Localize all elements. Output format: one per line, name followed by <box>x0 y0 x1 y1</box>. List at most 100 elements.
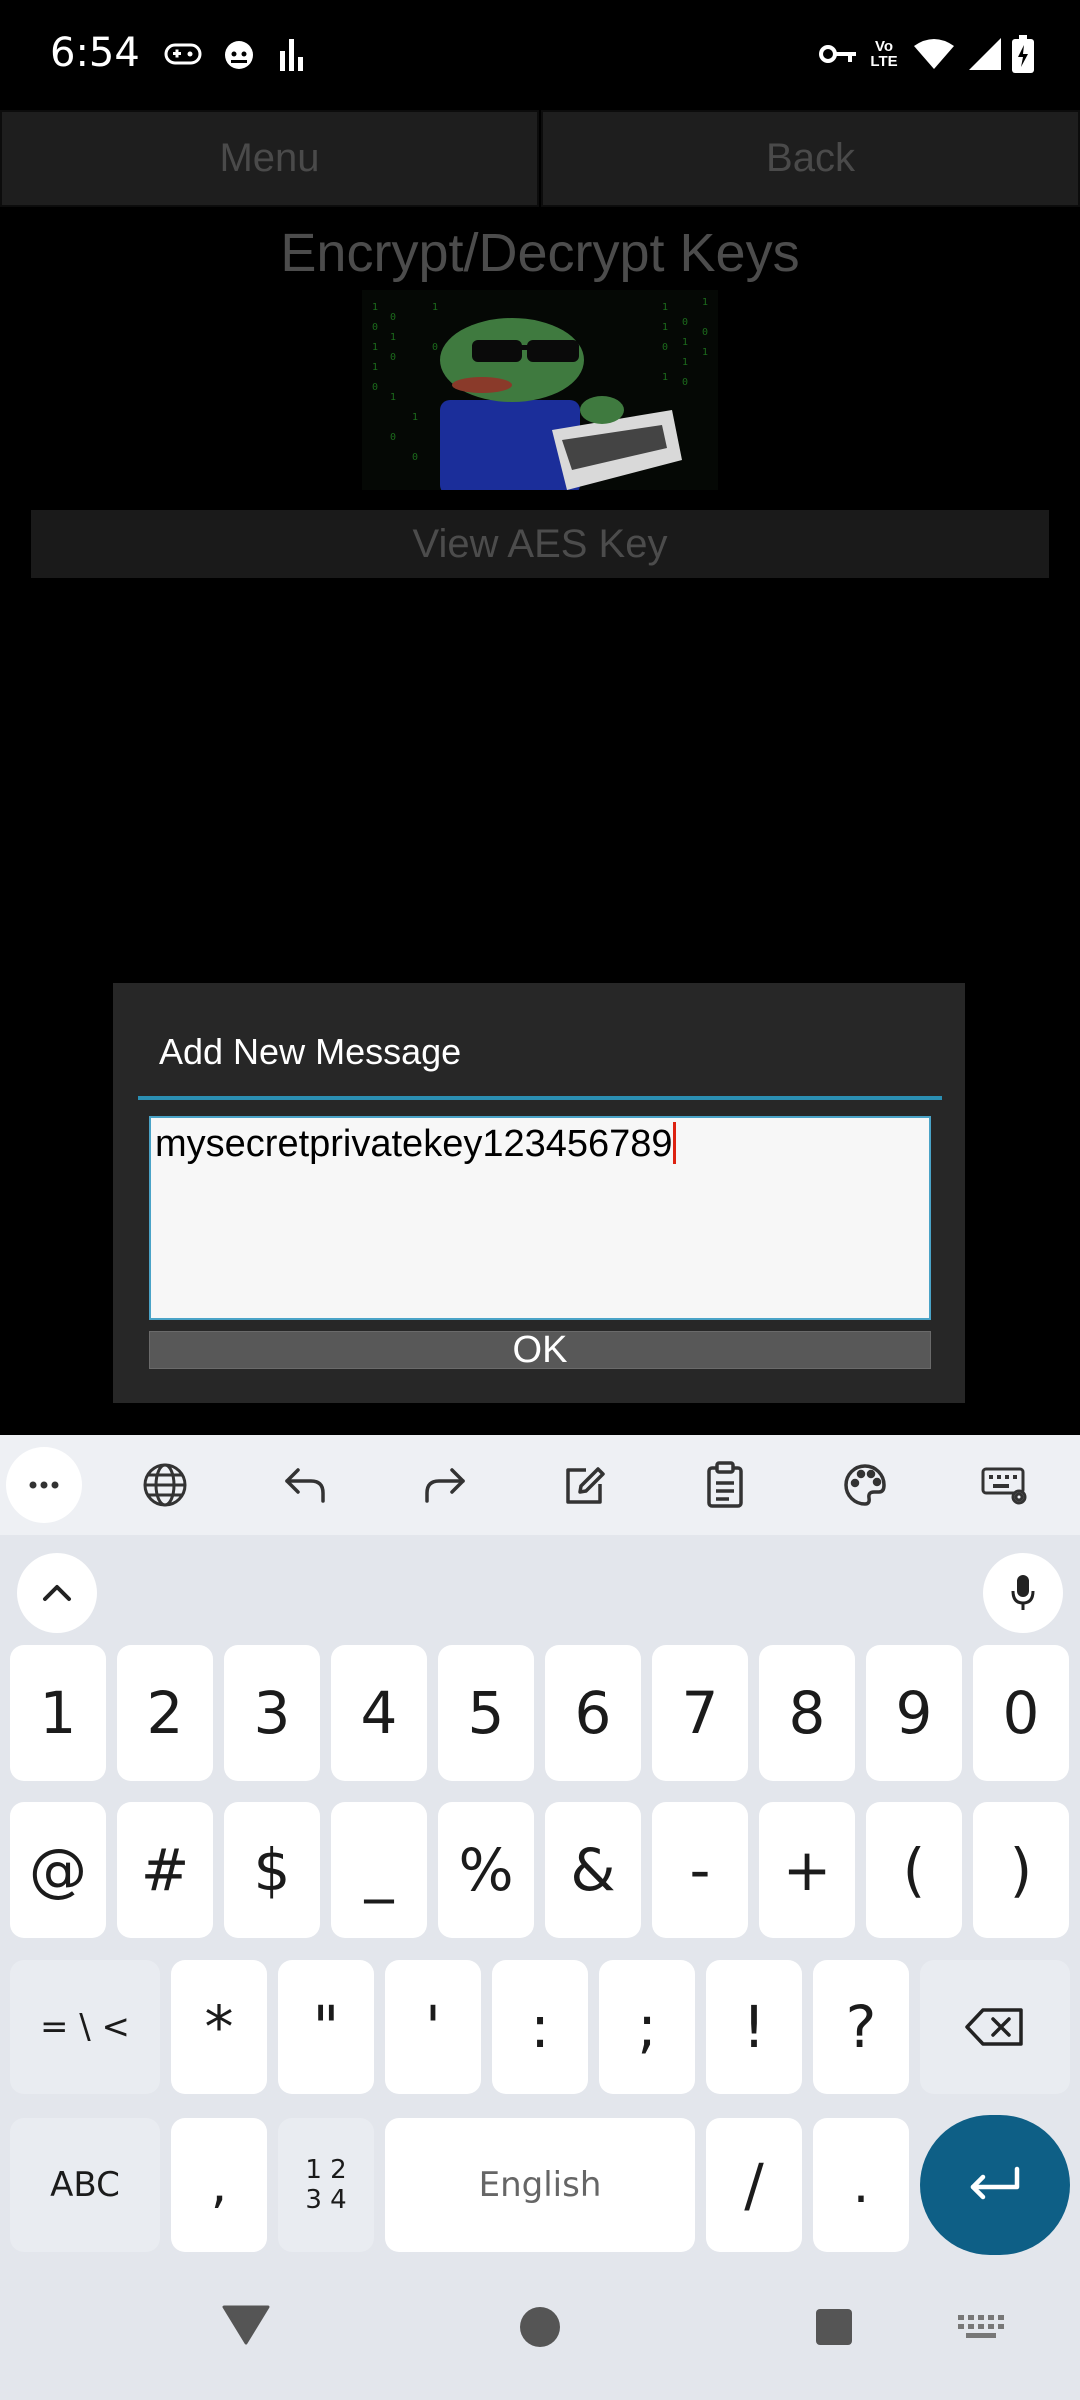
key-slash[interactable]: / <box>706 2118 802 2252</box>
battery-icon <box>1008 32 1038 76</box>
key-minus[interactable]: - <box>652 1802 748 1938</box>
dialog-divider <box>138 1096 942 1100</box>
svg-text:1: 1 <box>682 337 688 348</box>
key-6[interactable]: 6 <box>545 1645 641 1781</box>
key-ampersand[interactable]: & <box>545 1802 641 1938</box>
svg-text:0: 0 <box>682 317 688 328</box>
svg-text:0: 0 <box>390 312 396 323</box>
keyboard-toolbar <box>0 1435 1080 1535</box>
svg-text:1: 1 <box>390 392 396 403</box>
microphone-icon[interactable] <box>983 1553 1063 1633</box>
keyboard-switch-icon[interactable] <box>958 2315 1004 2344</box>
view-aes-key-button[interactable]: View AES Key <box>31 510 1049 578</box>
back-button[interactable]: Back <box>541 110 1080 207</box>
dialog-title: Add New Message <box>159 1031 462 1072</box>
more-icon[interactable] <box>6 1447 82 1523</box>
key-comma[interactable]: , <box>171 2118 267 2252</box>
key-double-quote[interactable]: " <box>278 1960 374 2094</box>
numpad-key[interactable]: 1 2 3 4 <box>278 2118 374 2252</box>
recents-square-icon[interactable] <box>814 2307 854 2352</box>
key-0[interactable]: 0 <box>973 1645 1069 1781</box>
svg-text:1: 1 <box>372 302 378 313</box>
svg-text:1: 1 <box>682 357 688 368</box>
key-7[interactable]: 7 <box>652 1645 748 1781</box>
svg-text:1: 1 <box>662 302 668 313</box>
message-input-value: mysecretprivatekey123456789 <box>155 1123 673 1165</box>
svg-text:0: 0 <box>372 322 378 333</box>
key-4[interactable]: 4 <box>331 1645 427 1781</box>
svg-text:1: 1 <box>390 332 396 343</box>
backspace-icon[interactable] <box>920 1960 1070 2094</box>
abc-key[interactable]: ABC <box>10 2118 160 2252</box>
add-message-dialog: Add New Message mysecretprivatekey123456… <box>113 983 965 1403</box>
game-controller-icon <box>163 32 203 76</box>
key-at[interactable]: @ <box>10 1802 106 1938</box>
key-question[interactable]: ? <box>813 1960 909 2094</box>
key-open-paren[interactable]: ( <box>866 1802 962 1938</box>
space-bar[interactable]: English <box>385 2118 695 2252</box>
svg-text:1: 1 <box>702 347 708 358</box>
key-2[interactable]: 2 <box>117 1645 213 1781</box>
key-period[interactable]: . <box>813 2118 909 2252</box>
key-exclamation[interactable]: ! <box>706 1960 802 2094</box>
cat-face-icon <box>219 32 259 76</box>
key-3[interactable]: 3 <box>224 1645 320 1781</box>
key-colon[interactable]: : <box>492 1960 588 2094</box>
svg-text:1: 1 <box>372 342 378 353</box>
svg-text:0: 0 <box>412 452 418 463</box>
volte-icon: Vo LTE <box>870 38 898 70</box>
key-percent[interactable]: % <box>438 1802 534 1938</box>
svg-text:0: 0 <box>390 432 396 443</box>
svg-text:0: 0 <box>432 342 438 353</box>
palette-icon[interactable] <box>837 1457 893 1513</box>
svg-text:1: 1 <box>702 297 708 308</box>
undo-icon[interactable] <box>277 1457 333 1513</box>
soft-keyboard: 1 2 3 4 5 6 7 8 9 0 @ # $ _ % & - + ( ) … <box>0 1435 1080 2400</box>
home-circle-icon[interactable] <box>518 2305 562 2354</box>
cell-signal-icon <box>966 32 1004 76</box>
expand-toolbar-button[interactable] <box>17 1553 97 1633</box>
svg-text:0: 0 <box>702 327 708 338</box>
text-caret <box>672 1122 676 1164</box>
more-symbols-key[interactable]: = \ < <box>10 1960 160 2094</box>
svg-text:0: 0 <box>682 377 688 388</box>
keyboard-settings-icon[interactable] <box>977 1457 1033 1513</box>
signal-bars-icon <box>277 32 307 76</box>
key-hash[interactable]: # <box>117 1802 213 1938</box>
key-8[interactable]: 8 <box>759 1645 855 1781</box>
enter-icon[interactable] <box>920 2115 1070 2255</box>
svg-text:1: 1 <box>372 362 378 373</box>
numpad-key-bottom: 3 4 <box>305 2185 347 2215</box>
message-input[interactable]: mysecretprivatekey123456789 <box>149 1116 931 1320</box>
svg-text:1: 1 <box>432 302 438 313</box>
svg-text:0: 0 <box>372 382 378 393</box>
svg-text:0: 0 <box>662 342 668 353</box>
svg-text:1: 1 <box>662 372 668 383</box>
clipboard-icon[interactable] <box>697 1457 753 1513</box>
svg-text:1: 1 <box>412 412 418 423</box>
back-triangle-icon[interactable] <box>222 2305 270 2350</box>
key-underscore[interactable]: _ <box>331 1802 427 1938</box>
edit-icon[interactable] <box>557 1457 613 1513</box>
numpad-key-top: 1 2 <box>305 2155 347 2185</box>
key-dollar[interactable]: $ <box>224 1802 320 1938</box>
key-5[interactable]: 5 <box>438 1645 534 1781</box>
page-title: Encrypt/Decrypt Keys <box>280 223 800 283</box>
key-semicolon[interactable]: ; <box>599 1960 695 2094</box>
pepe-hacker-matrix-image: 1 0 1 1 0 0 1 0 1 0 1 1 0 1 0 1 1 0 1 0 1 1 0 1 0 <box>362 290 718 490</box>
globe-icon[interactable] <box>137 1457 193 1513</box>
menu-button[interactable]: Menu <box>0 110 539 207</box>
redo-icon[interactable] <box>417 1457 473 1513</box>
key-asterisk[interactable]: * <box>171 1960 267 2094</box>
status-time: 6:54 <box>50 30 140 76</box>
vpn-key-icon <box>818 32 858 76</box>
key-1[interactable]: 1 <box>10 1645 106 1781</box>
svg-text:0: 0 <box>390 352 396 363</box>
ok-button[interactable]: OK <box>149 1331 931 1369</box>
svg-text:1: 1 <box>662 322 668 333</box>
key-single-quote[interactable]: ' <box>385 1960 481 2094</box>
status-bar: 6:54 Vo LTE <box>0 0 1080 110</box>
key-9[interactable]: 9 <box>866 1645 962 1781</box>
key-plus[interactable]: + <box>759 1802 855 1938</box>
key-close-paren[interactable]: ) <box>973 1802 1069 1938</box>
